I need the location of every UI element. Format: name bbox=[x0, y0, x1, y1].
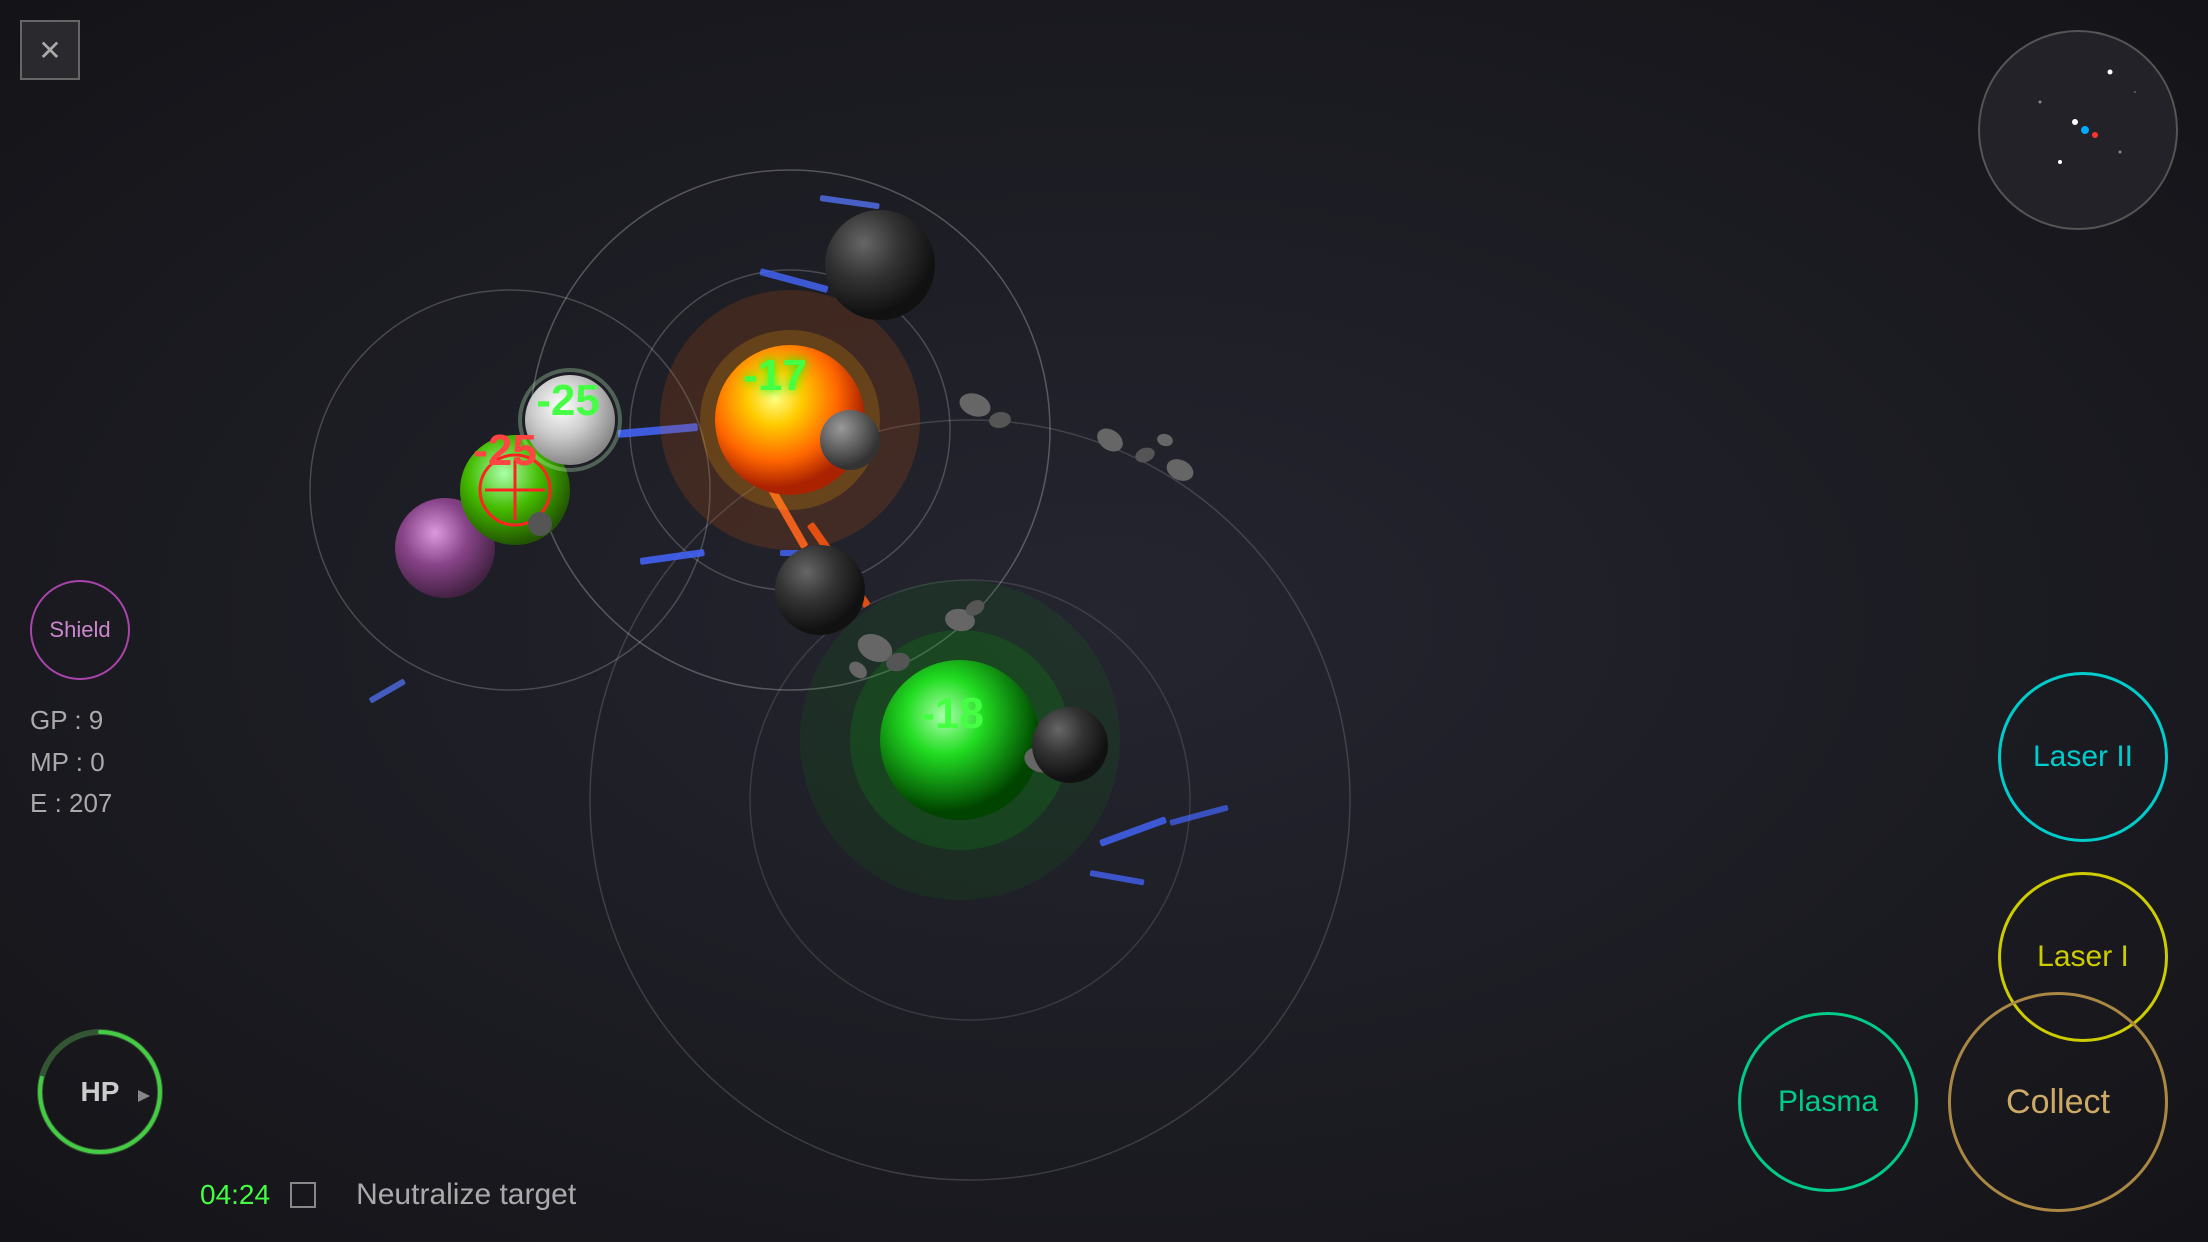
timer-display: 04:24 bbox=[200, 1179, 270, 1211]
minimap bbox=[1978, 30, 2178, 230]
close-icon: ✕ bbox=[38, 34, 61, 67]
laser1-label: Laser I bbox=[2037, 940, 2129, 974]
laser2-label: Laser II bbox=[2033, 740, 2133, 774]
hp-label: HP bbox=[81, 1076, 120, 1108]
action-buttons: Laser II Laser I bbox=[1998, 672, 2168, 1042]
shield-button[interactable]: Shield bbox=[30, 580, 130, 680]
close-button[interactable]: ✕ bbox=[20, 20, 80, 80]
svg-text:-25: -25 bbox=[473, 426, 537, 475]
shield-label: Shield bbox=[49, 617, 110, 643]
plasma-button[interactable]: Plasma bbox=[1738, 1012, 1918, 1192]
collect-button[interactable]: Collect bbox=[1948, 992, 2168, 1212]
collect-label: Collect bbox=[2006, 1083, 2110, 1122]
mission-text: Neutralize target bbox=[356, 1178, 576, 1212]
energy-stat: E : 207 bbox=[30, 783, 112, 825]
stats-panel: GP : 9 MP : 0 E : 207 bbox=[30, 700, 112, 825]
svg-text:-18: -18 bbox=[920, 689, 984, 738]
svg-text:-25: -25 bbox=[536, 376, 600, 425]
timer-area: 04:24 Neutralize target bbox=[200, 1178, 576, 1212]
bottom-right-buttons: Plasma Collect bbox=[1738, 992, 2168, 1212]
laser2-button[interactable]: Laser II bbox=[1998, 672, 2168, 842]
gp-stat: GP : 9 bbox=[30, 700, 112, 742]
timer-box bbox=[290, 1182, 316, 1208]
svg-text:-17: -17 bbox=[743, 351, 807, 400]
hp-circle: HP bbox=[30, 1022, 170, 1162]
mp-stat: MP : 0 bbox=[30, 742, 112, 784]
plasma-label: Plasma bbox=[1778, 1085, 1878, 1119]
